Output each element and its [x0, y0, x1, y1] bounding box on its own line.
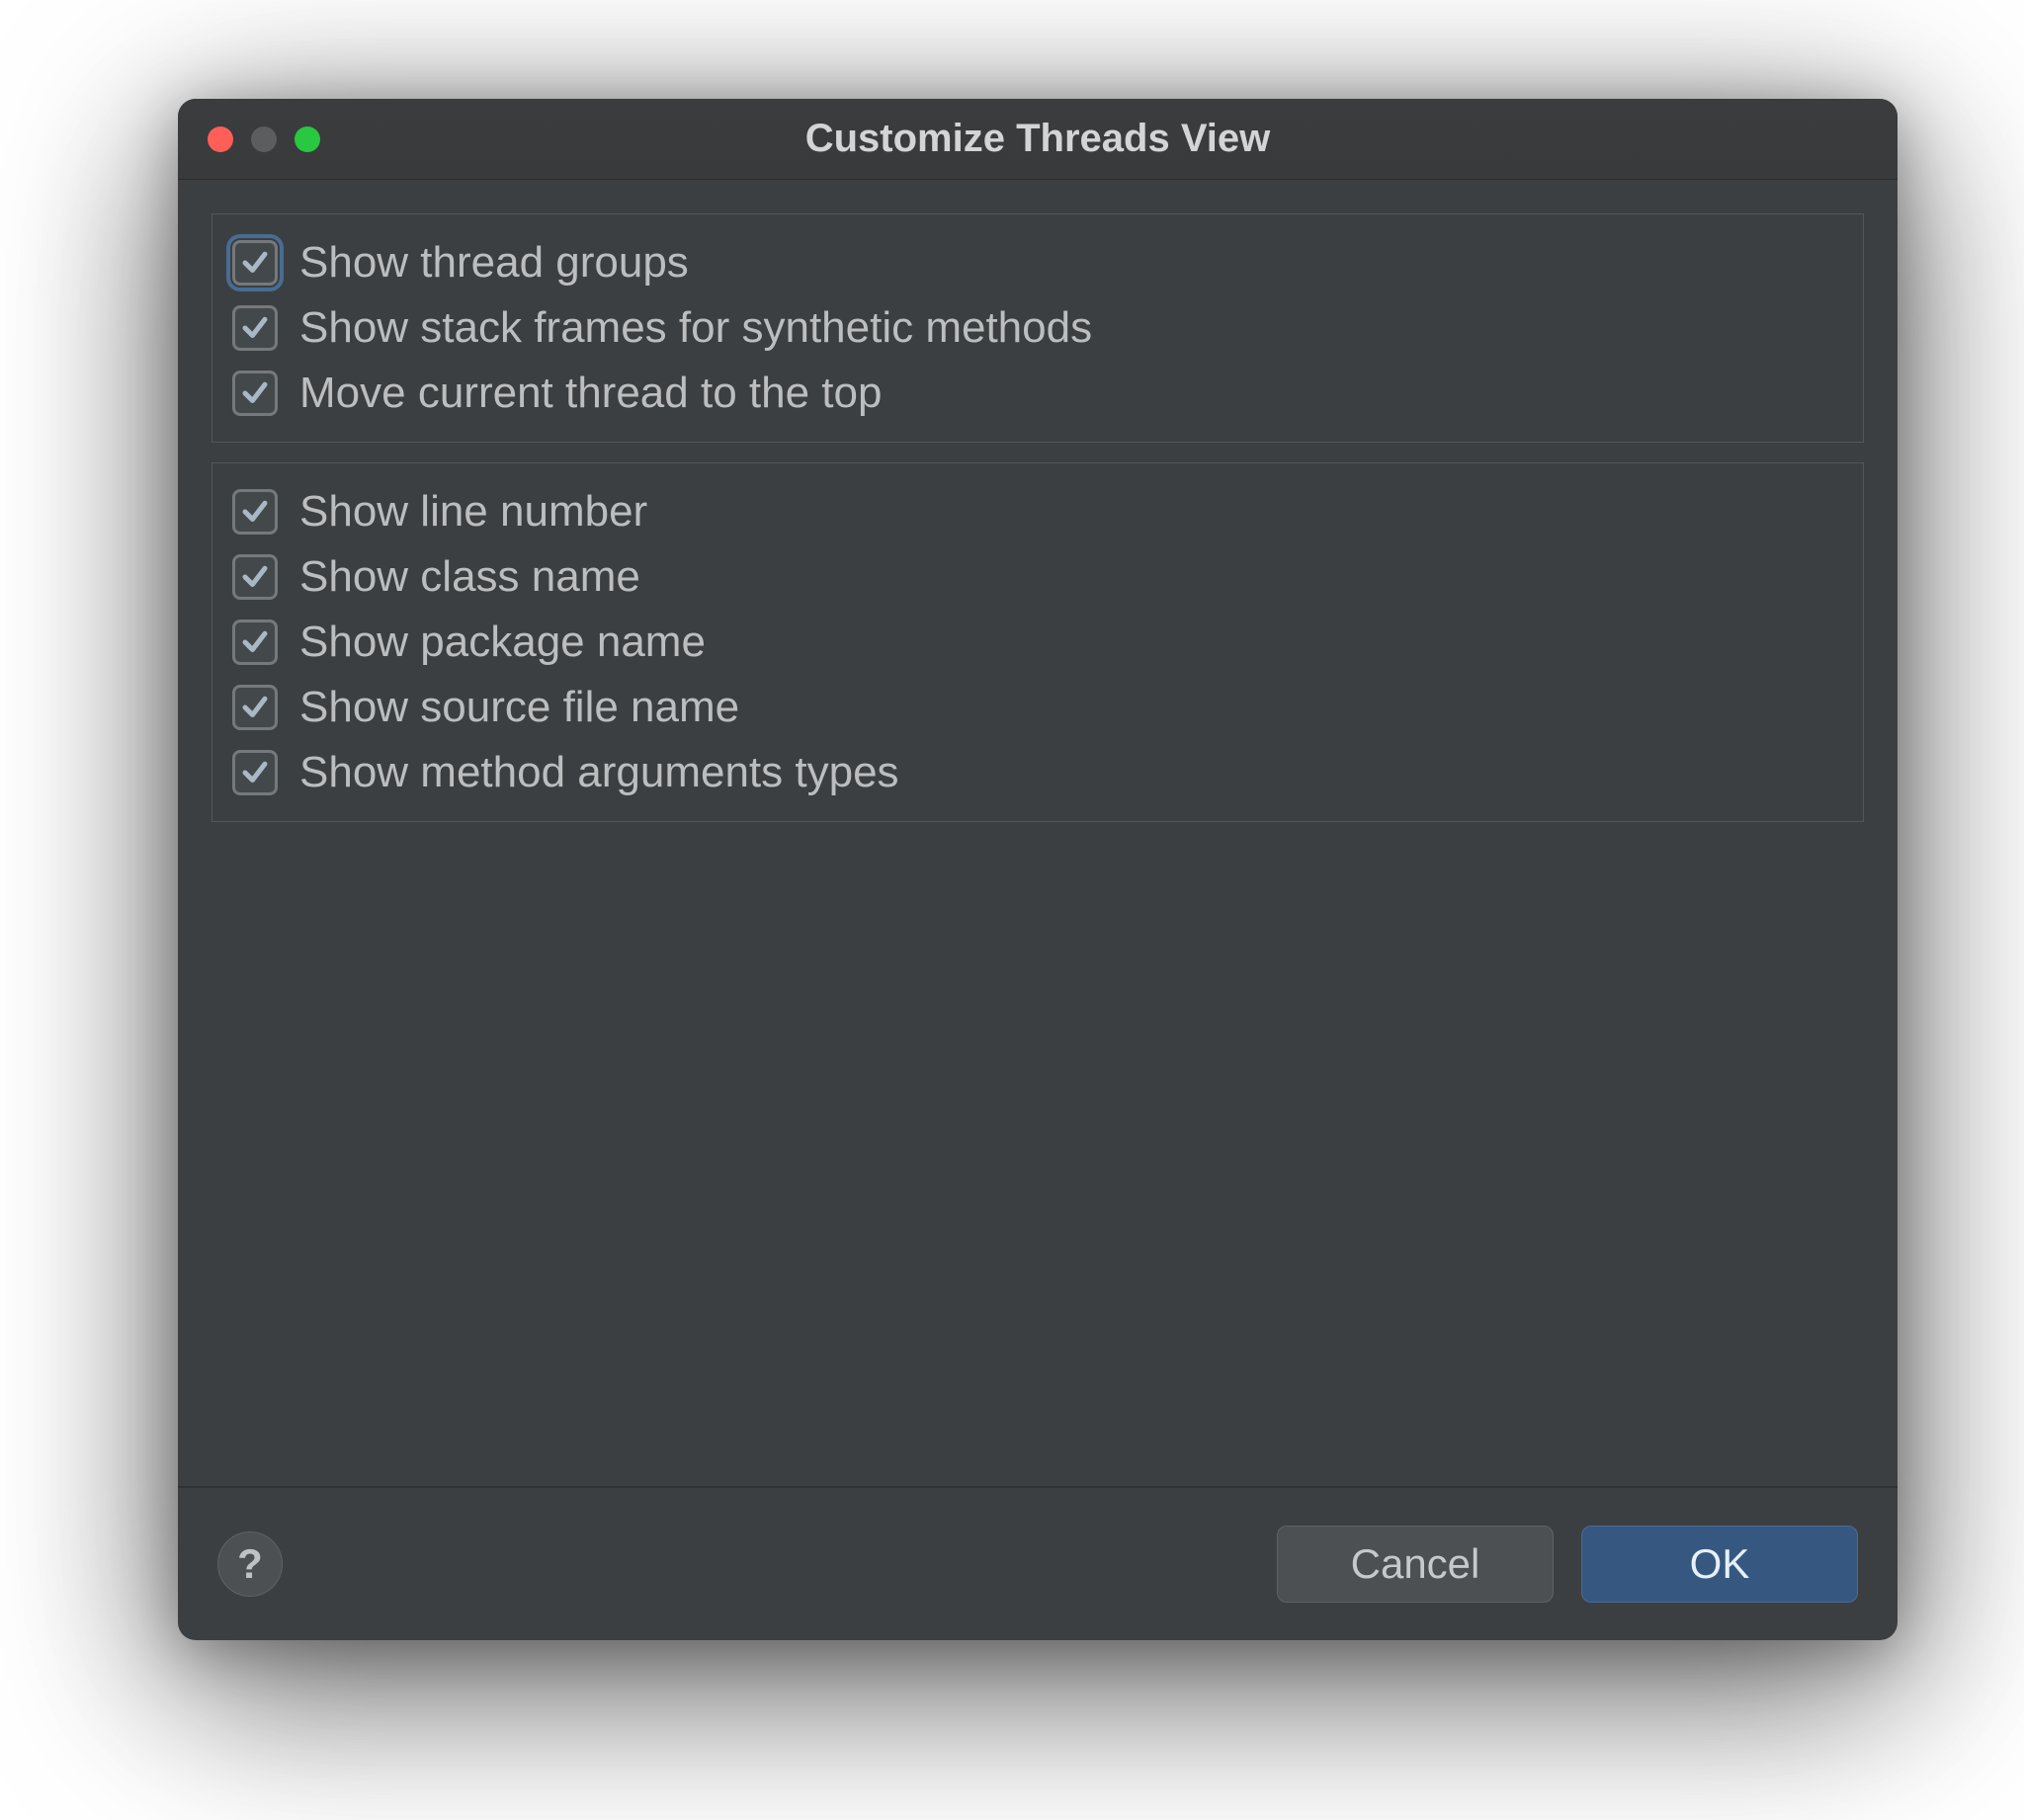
button-label: OK	[1690, 1540, 1750, 1588]
button-label: Cancel	[1351, 1540, 1480, 1588]
option-label: Show source file name	[299, 683, 739, 732]
ok-button[interactable]: OK	[1581, 1526, 1858, 1603]
checkbox-show-class-name[interactable]	[232, 554, 278, 600]
option-row: Show stack frames for synthetic methods	[232, 295, 1843, 361]
window-controls	[208, 126, 320, 152]
dialog-content: Show thread groups Show stack frames for…	[178, 180, 1898, 1486]
checkbox-move-current-thread-top[interactable]	[232, 371, 278, 416]
option-row: Show package name	[232, 610, 1843, 675]
option-row: Show thread groups	[232, 230, 1843, 295]
help-button[interactable]: ?	[217, 1531, 283, 1597]
checkmark-icon	[240, 693, 270, 722]
option-label: Show stack frames for synthetic methods	[299, 303, 1092, 353]
window-maximize-button[interactable]	[295, 126, 320, 152]
option-row: Show source file name	[232, 675, 1843, 740]
titlebar: Customize Threads View	[178, 99, 1898, 180]
checkbox-show-thread-groups[interactable]	[232, 240, 278, 286]
dialog-title: Customize Threads View	[178, 117, 1898, 161]
option-row: Show method arguments types	[232, 740, 1843, 805]
option-label: Show package name	[299, 618, 706, 667]
option-label: Show method arguments types	[299, 748, 899, 797]
option-group-threads: Show thread groups Show stack frames for…	[211, 213, 1864, 443]
checkmark-icon	[240, 627, 270, 657]
cancel-button[interactable]: Cancel	[1277, 1526, 1554, 1603]
option-label: Show thread groups	[299, 238, 689, 288]
option-label: Move current thread to the top	[299, 369, 882, 418]
help-icon: ?	[237, 1540, 263, 1588]
checkbox-show-line-number[interactable]	[232, 489, 278, 535]
option-row: Show class name	[232, 544, 1843, 610]
checkmark-icon	[240, 313, 270, 343]
checkbox-show-method-arguments-types[interactable]	[232, 750, 278, 795]
option-label: Show class name	[299, 552, 640, 602]
window-close-button[interactable]	[208, 126, 233, 152]
option-row: Move current thread to the top	[232, 361, 1843, 426]
option-group-display: Show line number Show class name Show pa…	[211, 462, 1864, 822]
checkmark-icon	[240, 378, 270, 408]
checkbox-show-package-name[interactable]	[232, 620, 278, 665]
option-row: Show line number	[232, 479, 1843, 544]
checkbox-show-stack-frames-synthetic[interactable]	[232, 305, 278, 351]
checkmark-icon	[240, 497, 270, 527]
customize-threads-view-dialog: Customize Threads View Show thread group…	[178, 99, 1898, 1640]
option-label: Show line number	[299, 487, 647, 537]
checkmark-icon	[240, 758, 270, 787]
checkmark-icon	[240, 562, 270, 592]
dialog-footer: ? Cancel OK	[178, 1486, 1898, 1640]
checkbox-show-source-file-name[interactable]	[232, 685, 278, 730]
checkmark-icon	[240, 248, 270, 278]
window-minimize-button[interactable]	[251, 126, 277, 152]
